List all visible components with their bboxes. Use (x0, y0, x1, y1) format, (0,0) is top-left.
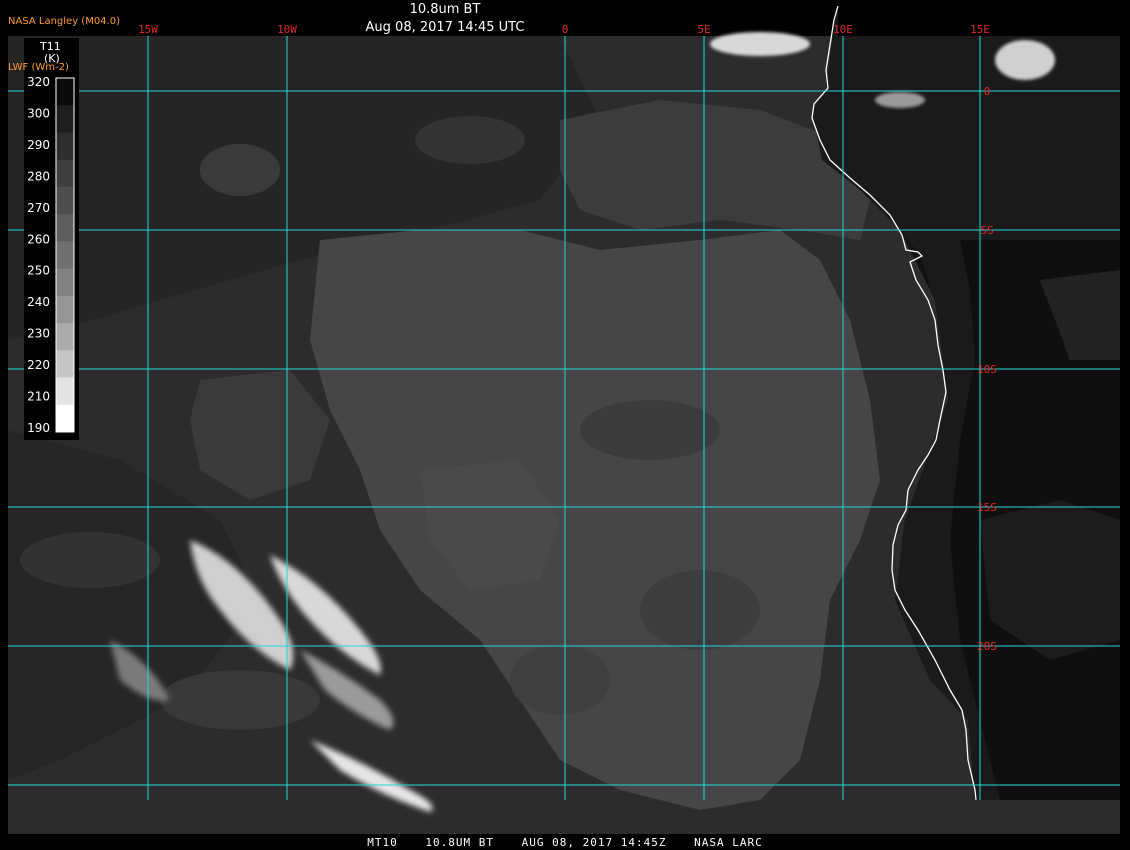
legend-swatch (56, 159, 74, 188)
latitude-label: 15S (977, 501, 997, 514)
latitude-label: 20S (977, 640, 997, 653)
datetime-label: Aug 08, 2017 14:45 UTC (365, 20, 525, 35)
legend-tick-label: 250 (27, 264, 50, 278)
footer-channel: 10.8UM BT (425, 836, 495, 849)
legend-tick-label: 210 (27, 390, 50, 404)
cloud-patch (580, 400, 720, 460)
legend-swatch (56, 404, 74, 433)
latitude-label: 0 (984, 85, 991, 98)
footer-bar: MT10 10.8UM BT AUG 08, 2017 14:45Z NASA … (0, 836, 1130, 849)
footer-source: NASA LARC (694, 836, 763, 849)
legend-swatch (56, 268, 74, 297)
legend-swatch (56, 132, 74, 161)
legend-tick-label: 230 (27, 327, 50, 341)
image-area: 15W 10W 0 5E 10E 15E05S10S15S20S (8, 5, 1120, 834)
legend-swatch (56, 78, 74, 106)
legend-swatch (56, 241, 74, 270)
legend-swatch (56, 295, 74, 324)
longitude-label: 15E (970, 23, 990, 36)
cloud-patch (510, 645, 610, 715)
legend-tick-label: 300 (27, 106, 50, 120)
cloud-patch (640, 570, 760, 650)
legend-swatch (56, 186, 74, 215)
product-title: 10.8um BT (409, 2, 481, 17)
latitude-label: 10S (977, 363, 997, 376)
cloud-patch (415, 116, 525, 164)
legend-tick-label: 270 (27, 201, 50, 215)
latitude-label: 5S (980, 224, 993, 237)
cloud-patch (160, 670, 320, 730)
legend-tick-label: 220 (27, 358, 50, 372)
temperature-legend: 320 300 290 280 270 260 250 240 230 220 210 190 (24, 38, 79, 440)
legend-tick-label: 320 (27, 75, 50, 89)
legend-swatch (56, 214, 74, 242)
footer-satellite: MT10 (367, 836, 398, 849)
legend-unit: (K) (44, 52, 60, 65)
legend-swatch (56, 350, 74, 379)
footer-date: AUG 08, 2017 14:45Z (521, 836, 667, 849)
legend-tick-label: 190 (27, 421, 50, 435)
legend-tick-label: 290 (27, 138, 50, 152)
legend-swatch (56, 105, 74, 133)
legend-tick-label: 280 (27, 169, 50, 183)
legend-swatch (56, 323, 74, 351)
cloud-patch (200, 144, 280, 196)
cloud-patch (20, 532, 160, 588)
legend-tick-label: 260 (27, 232, 50, 246)
legend-swatch (56, 377, 74, 406)
satellite-map: 15W 10W 0 5E 10E 15E05S10S15S20S 320300290280… (0, 0, 1130, 850)
legend-tick-label: 240 (27, 295, 50, 309)
